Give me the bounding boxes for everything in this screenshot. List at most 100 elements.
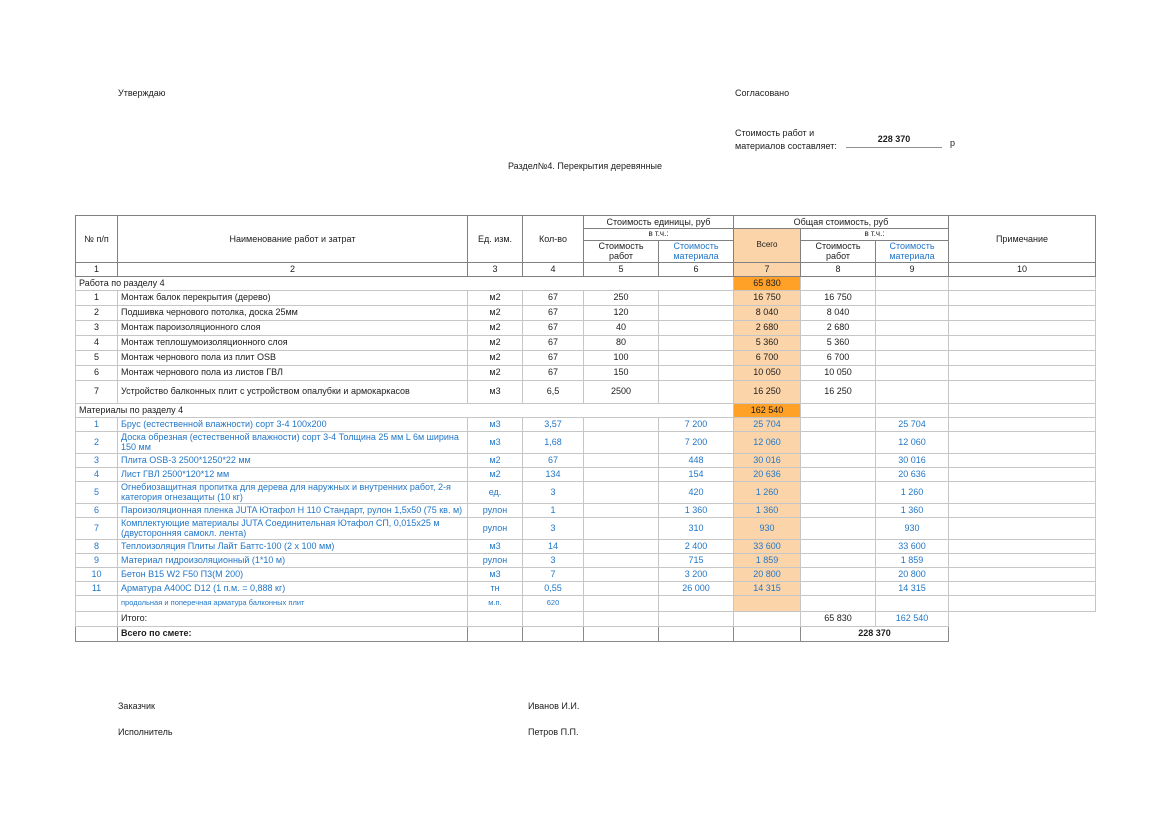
cell-total: 1 360 (734, 503, 801, 517)
cell-num: 7 (76, 380, 118, 403)
cell-total (734, 626, 801, 641)
cell-name: Плита OSB-3 2500*1250*22 мм (118, 453, 468, 467)
index-cell: 1 (76, 262, 118, 276)
cell-unit: ед. (468, 481, 523, 503)
cell-unit-mat-cost: 7 200 (659, 431, 734, 453)
cell-unit: м2 (468, 453, 523, 467)
cell-total-work-cost (801, 467, 876, 481)
cell-note (949, 350, 1096, 365)
cell-unit-work-cost (584, 431, 659, 453)
cell-qty: 134 (523, 467, 584, 481)
cell-total-mat-cost (876, 335, 949, 350)
table-row: 6Монтаж чернового пола из листов ГВЛм267… (76, 365, 1096, 380)
table-row: Материалы по разделу 4162 540 (76, 403, 1096, 417)
col-header-total-mat-cost: Стоимость материала (876, 240, 949, 262)
cell-unit: м2 (468, 365, 523, 380)
cell-total: 30 016 (734, 453, 801, 467)
cell-num: 3 (76, 320, 118, 335)
cell-total: 12 060 (734, 431, 801, 453)
cell-qty: 67 (523, 320, 584, 335)
cell-unit-mat-cost: 26 000 (659, 581, 734, 595)
cell-total-mat-cost (876, 320, 949, 335)
cell-unit (468, 611, 523, 626)
estimate-table-wrap: № п/п Наименование работ и затрат Ед. из… (75, 215, 1096, 642)
cell-unit-work-cost (584, 567, 659, 581)
cell-unit-mat-cost: 2 400 (659, 539, 734, 553)
table-row: 2Подшивка чернового потолка, доска 25ммм… (76, 305, 1096, 320)
cell-num: 11 (76, 581, 118, 595)
cell-total-mat-cost: 33 600 (876, 539, 949, 553)
approve-label: Утверждаю (118, 88, 166, 98)
cell-unit-work-cost (584, 481, 659, 503)
cell-qty (523, 626, 584, 641)
cell-unit-mat-cost: 310 (659, 517, 734, 539)
cell-note (949, 595, 1096, 611)
cell-total: 20 800 (734, 567, 801, 581)
cell-name: Материал гидроизоляционный (1*10 м) (118, 553, 468, 567)
table-row: 7Комплектующие материалы JUTA Соединител… (76, 517, 1096, 539)
cell-unit-work-cost (584, 467, 659, 481)
cell-qty: 14 (523, 539, 584, 553)
col-header-note: Примечание (949, 216, 1096, 263)
cell-name: Подшивка чернового потолка, доска 25мм (118, 305, 468, 320)
cell-note (949, 567, 1096, 581)
table-row: 9Материал гидроизоляционный (1*10 м)руло… (76, 553, 1096, 567)
cell-qty: 6,5 (523, 380, 584, 403)
cell-total: 10 050 (734, 365, 801, 380)
table-row: 4Лист ГВЛ 2500*120*12 ммм213415420 63620… (76, 467, 1096, 481)
cell-qty: 3 (523, 553, 584, 567)
cell-num: 4 (76, 335, 118, 350)
cell-num: 6 (76, 365, 118, 380)
cell-total-work-cost: 6 700 (801, 350, 876, 365)
cell-num: 5 (76, 350, 118, 365)
cell-unit-work-cost: 150 (584, 365, 659, 380)
cell-total-mat-cost: 14 315 (876, 581, 949, 595)
cell-total (734, 595, 801, 611)
table-header: № п/п Наименование работ и затрат Ед. из… (76, 216, 1096, 277)
cell-name: Огнебиозащитная пропитка для дерева для … (118, 481, 468, 503)
cell-note (949, 290, 1096, 305)
cell-num: 8 (76, 539, 118, 553)
cell-note (949, 335, 1096, 350)
cell-total: 162 540 (734, 403, 801, 417)
table-row: Работа по разделу 465 830 (76, 276, 1096, 290)
cell-name: Монтаж пароизоляционного слоя (118, 320, 468, 335)
customer-name: Иванов И.И. (528, 701, 579, 711)
cell-total-work-cost (801, 453, 876, 467)
table-row: 4Монтаж теплошумоизоляционного слоям2678… (76, 335, 1096, 350)
currency-label: р (950, 138, 955, 148)
cell-note (949, 539, 1096, 553)
cell-unit: рулон (468, 517, 523, 539)
cell-qty: 7 (523, 567, 584, 581)
cell-num: 2 (76, 431, 118, 453)
cell-total-mat-cost: 12 060 (876, 431, 949, 453)
cell-total-work-cost: 5 360 (801, 335, 876, 350)
index-cell: 7 (734, 262, 801, 276)
cell-total: 65 830 (734, 276, 801, 290)
index-cell: 8 (801, 262, 876, 276)
index-cell: 10 (949, 262, 1096, 276)
cell-note (949, 276, 1096, 290)
cell-note (949, 611, 1096, 626)
cell-total: 33 600 (734, 539, 801, 553)
cell-note (949, 305, 1096, 320)
cell-unit-mat-cost (659, 320, 734, 335)
table-row: 5Огнебиозащитная пропитка для дерева для… (76, 481, 1096, 503)
cell-unit-mat-cost: 420 (659, 481, 734, 503)
cell-note (949, 481, 1096, 503)
table-row: 3Плита OSB-3 2500*1250*22 ммм26744830 01… (76, 453, 1096, 467)
cell-total-work-cost (801, 595, 876, 611)
col-header-total-work-cost: Стоимость работ (801, 240, 876, 262)
cell-unit-mat-cost: 448 (659, 453, 734, 467)
cell-unit-work-cost: 80 (584, 335, 659, 350)
cost-total-value: 228 370 (846, 134, 942, 148)
cell-total-mat-cost (876, 290, 949, 305)
table-row: 1Брус (естественной влажности) сорт 3-4 … (76, 417, 1096, 431)
cell-unit-work-cost: 120 (584, 305, 659, 320)
cell-total (734, 611, 801, 626)
cell-total-work-cost (801, 481, 876, 503)
cell-name: Теплоизоляция Плиты Лайт Баттс-100 (2 х … (118, 539, 468, 553)
cell-qty: 67 (523, 453, 584, 467)
cell-note (949, 467, 1096, 481)
cell-unit: м2 (468, 305, 523, 320)
